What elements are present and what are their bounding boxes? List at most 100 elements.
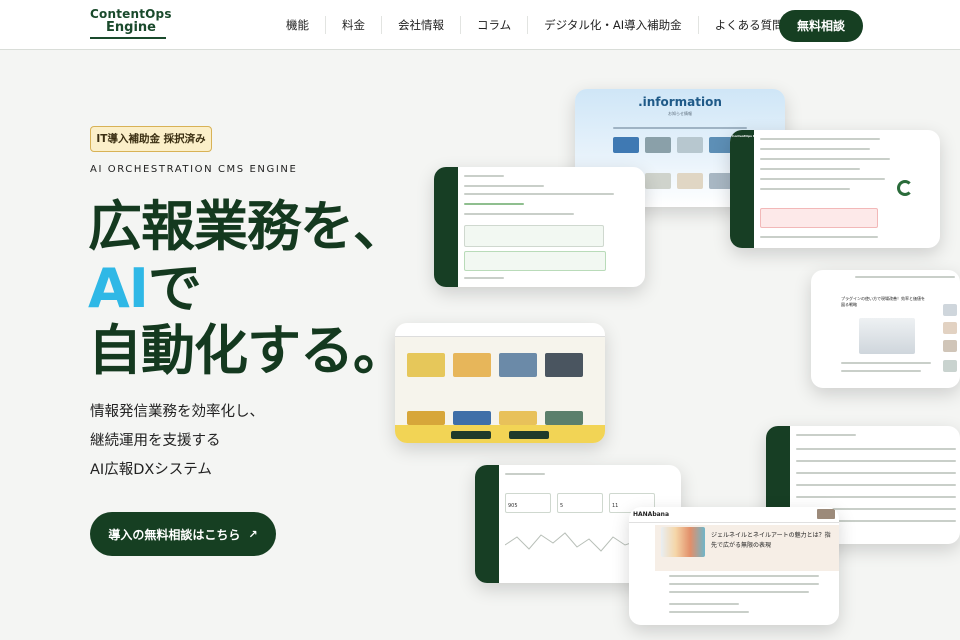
- screenshot-article-page: プラグインの使い方で現場改善！効率と価値を 図る戦略: [811, 270, 960, 388]
- text-line: [841, 370, 921, 372]
- table-row-line: [796, 460, 956, 462]
- blog-article-title-2: 先で広がる無限の表現: [711, 542, 772, 549]
- text-line: [669, 603, 739, 605]
- headline-de: で: [147, 257, 202, 320]
- text-line: [505, 473, 545, 475]
- table-row-line: [796, 496, 956, 498]
- screenshot-media-grid: [395, 323, 605, 443]
- nav-item-subsidy[interactable]: デジタル化・AI導入補助金: [527, 16, 698, 34]
- admin-sidebar: [434, 167, 458, 287]
- hero-subcopy: 情報発信業務を効率化し、 継続運用を支援する AI広報DXシステム: [90, 398, 264, 485]
- text-line: [464, 193, 614, 195]
- subcopy-line-2: 継続運用を支援する: [90, 433, 221, 449]
- nav-item-features[interactable]: 機能: [270, 16, 325, 34]
- text-line: [464, 213, 574, 215]
- text-line: [669, 583, 819, 585]
- grid-button[interactable]: [509, 431, 549, 439]
- subsidy-badge: IT導入補助金 採択済み: [90, 126, 212, 152]
- grid-button[interactable]: [451, 431, 491, 439]
- table-row-line: [796, 448, 956, 450]
- logo-text: ContentOps: [90, 7, 172, 21]
- article-thumb: [677, 173, 703, 189]
- side-thumb: [943, 304, 957, 316]
- filter-bar: [613, 127, 747, 129]
- text-line: [760, 178, 885, 180]
- nav-item-column[interactable]: コラム: [460, 16, 527, 34]
- article-thumb: [613, 137, 639, 153]
- nav-item-company[interactable]: 会社情報: [381, 16, 460, 34]
- stat-value: 905: [508, 503, 518, 509]
- media-thumb: [407, 353, 445, 377]
- stat-value: 5: [560, 503, 564, 509]
- hero-headline: 広報業務を、 AIで 自動化する。: [88, 195, 407, 382]
- grid-bottom-band: [395, 425, 605, 443]
- eyebrow-text: AI ORCHESTRATION CMS ENGINE: [90, 164, 298, 175]
- text-line: [796, 434, 856, 436]
- text-line: [760, 148, 870, 150]
- blog-header-tag[interactable]: [817, 509, 835, 519]
- consultation-cta-button[interactable]: 導入の無料相談はこちら ↗: [90, 512, 276, 556]
- table-row-line: [796, 472, 956, 474]
- right-article-title-2: 図る戦略: [841, 302, 857, 307]
- alert-box: [760, 208, 878, 228]
- headline-ai: AI: [88, 257, 149, 320]
- information-subtitle: お知らせ情報: [668, 111, 692, 116]
- text-line: [669, 611, 749, 613]
- text-line: [464, 277, 504, 279]
- text-line: [760, 168, 860, 170]
- screenshot-blog-article: HANAbana ジェルネイルとネイルアートの魅力とは？指 先で広がる無限の表現: [629, 507, 839, 625]
- article-thumb: [645, 137, 671, 153]
- grid-header-bar: [395, 323, 605, 337]
- headline-line-1: 広報業務を、: [88, 195, 407, 258]
- nail-image: [661, 527, 705, 557]
- article-image: [859, 318, 915, 354]
- text-line: [669, 575, 819, 577]
- dashboard-sidebar: [730, 130, 754, 248]
- table-row-line: [796, 484, 956, 486]
- media-thumb: [499, 353, 537, 377]
- media-thumb: [499, 411, 537, 425]
- media-thumb: [545, 411, 583, 425]
- article-thumb: [677, 137, 703, 153]
- right-article-title-1: プラグインの使い方で現場改善！効率と価値を: [841, 296, 925, 301]
- main-nav: 機能 料金 会社情報 コラム デジタル化・AI導入補助金 よくある質問: [270, 0, 800, 50]
- article-thumb: [645, 173, 671, 189]
- free-consultation-button[interactable]: 無料相談: [779, 10, 863, 42]
- logo[interactable]: ContentOps Engine: [90, 7, 172, 41]
- media-thumb: [407, 411, 445, 425]
- brand-mark-icon: [897, 180, 913, 196]
- headline-line-2: AIで: [88, 258, 406, 320]
- text-line: [760, 236, 878, 238]
- text-line: [669, 591, 809, 593]
- information-title: .information: [638, 95, 722, 109]
- logo-subtext: Engine: [106, 20, 156, 35]
- site-header: ContentOps Engine 機能 料金 会社情報 コラム デジタル化・A…: [0, 0, 960, 50]
- subcopy-line-1: 情報発信業務を効率化し、: [90, 404, 264, 420]
- blog-brand: HANAbana: [633, 511, 669, 518]
- text-line: [760, 188, 850, 190]
- text-line: [760, 158, 890, 160]
- text-line: [464, 185, 544, 187]
- stat-value: 11: [612, 503, 619, 509]
- form-box: [464, 225, 604, 247]
- text-line: [464, 175, 504, 177]
- text-line: [841, 362, 931, 364]
- screenshot-admin-editor: [434, 167, 645, 287]
- media-thumb: [545, 353, 583, 377]
- stat-box: [557, 493, 603, 513]
- side-thumb: [943, 322, 957, 334]
- text-line: [464, 203, 524, 205]
- headline-line-3: 自動化する。: [88, 319, 407, 382]
- blog-article-title-1: ジェルネイルとネイルアートの魅力とは？指: [711, 532, 831, 539]
- text-line: [760, 138, 880, 140]
- nav-item-pricing[interactable]: 料金: [325, 16, 381, 34]
- screenshot-dashboard: ContentOps Engine: [730, 130, 940, 248]
- external-arrow-icon: ↗: [248, 527, 258, 541]
- analytics-sidebar: [475, 465, 499, 583]
- subcopy-line-3: AI広報DXシステム: [90, 462, 212, 478]
- logo-underline: [90, 37, 166, 39]
- cta-label: 導入の無料相談はこちら: [108, 527, 241, 542]
- top-nav-line: [855, 276, 955, 278]
- side-thumb: [943, 340, 957, 352]
- media-thumb: [453, 353, 491, 377]
